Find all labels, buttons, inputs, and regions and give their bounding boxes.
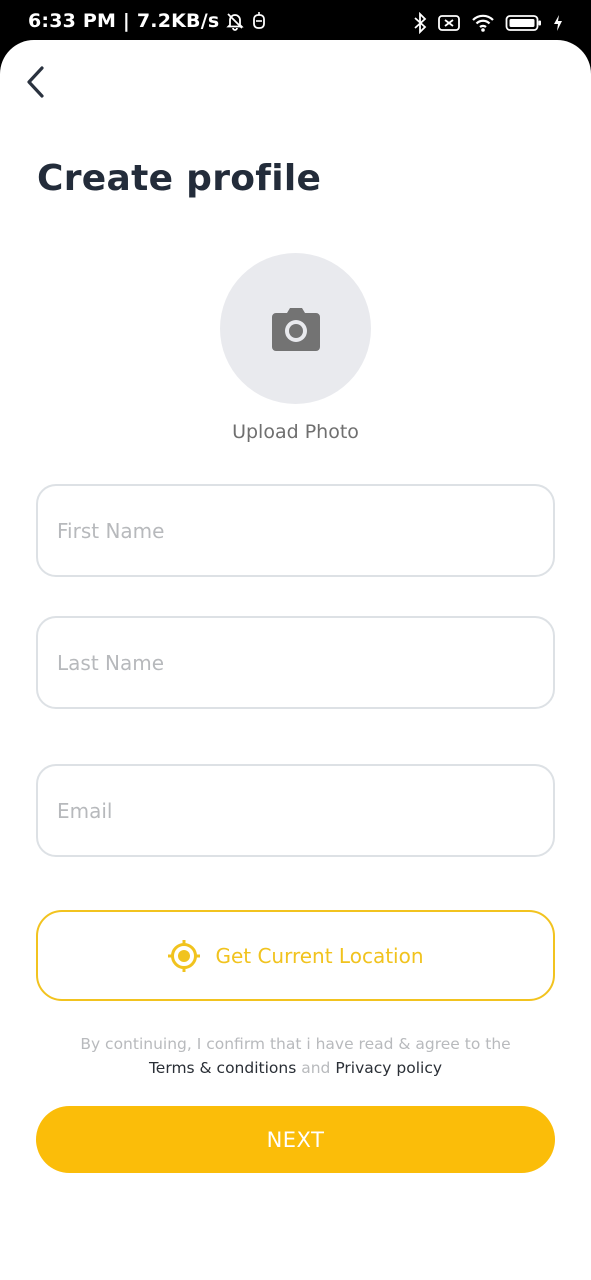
battery-icon: [505, 13, 543, 37]
consent-text: By continuing, I confirm that i have rea…: [0, 1032, 591, 1080]
wifi-icon: [471, 13, 495, 37]
status-left: 6:33 PM | 7.2KB/s: [28, 10, 267, 32]
crosshair-location-icon: [168, 939, 201, 972]
battery-x-icon: [437, 13, 461, 37]
consent-and: and: [301, 1059, 331, 1077]
camera-icon: [271, 307, 320, 351]
consent-line-1: By continuing, I confirm that i have rea…: [80, 1035, 511, 1053]
next-button[interactable]: NEXT: [36, 1106, 555, 1173]
last-name-input[interactable]: [55, 649, 529, 676]
privacy-link[interactable]: Privacy policy: [335, 1059, 442, 1077]
consent-line-2: Terms & conditions and Privacy policy: [0, 1056, 591, 1080]
last-name-field[interactable]: [36, 616, 555, 709]
muted-bell-icon: [225, 11, 245, 31]
page-title: Create profile: [37, 158, 322, 199]
back-button[interactable]: [18, 62, 52, 102]
chevron-left-icon: [27, 66, 44, 98]
sim-icon: [251, 11, 267, 31]
first-name-input[interactable]: [55, 517, 529, 544]
first-name-field[interactable]: [36, 484, 555, 577]
get-current-location-button[interactable]: Get Current Location: [36, 910, 555, 1001]
status-time-speed: 6:33 PM | 7.2KB/s: [28, 10, 220, 32]
upload-photo-button[interactable]: [220, 253, 371, 404]
status-right: [413, 11, 563, 38]
email-input[interactable]: [55, 797, 529, 824]
email-field[interactable]: [36, 764, 555, 857]
create-profile-screen: Create profile Upload Photo Get Current …: [0, 40, 591, 1280]
terms-link[interactable]: Terms & conditions: [149, 1059, 296, 1077]
location-label: Get Current Location: [215, 943, 424, 968]
bluetooth-icon: [413, 11, 427, 38]
charging-bolt-icon: [553, 14, 563, 36]
upload-photo-label: Upload Photo: [232, 421, 359, 443]
